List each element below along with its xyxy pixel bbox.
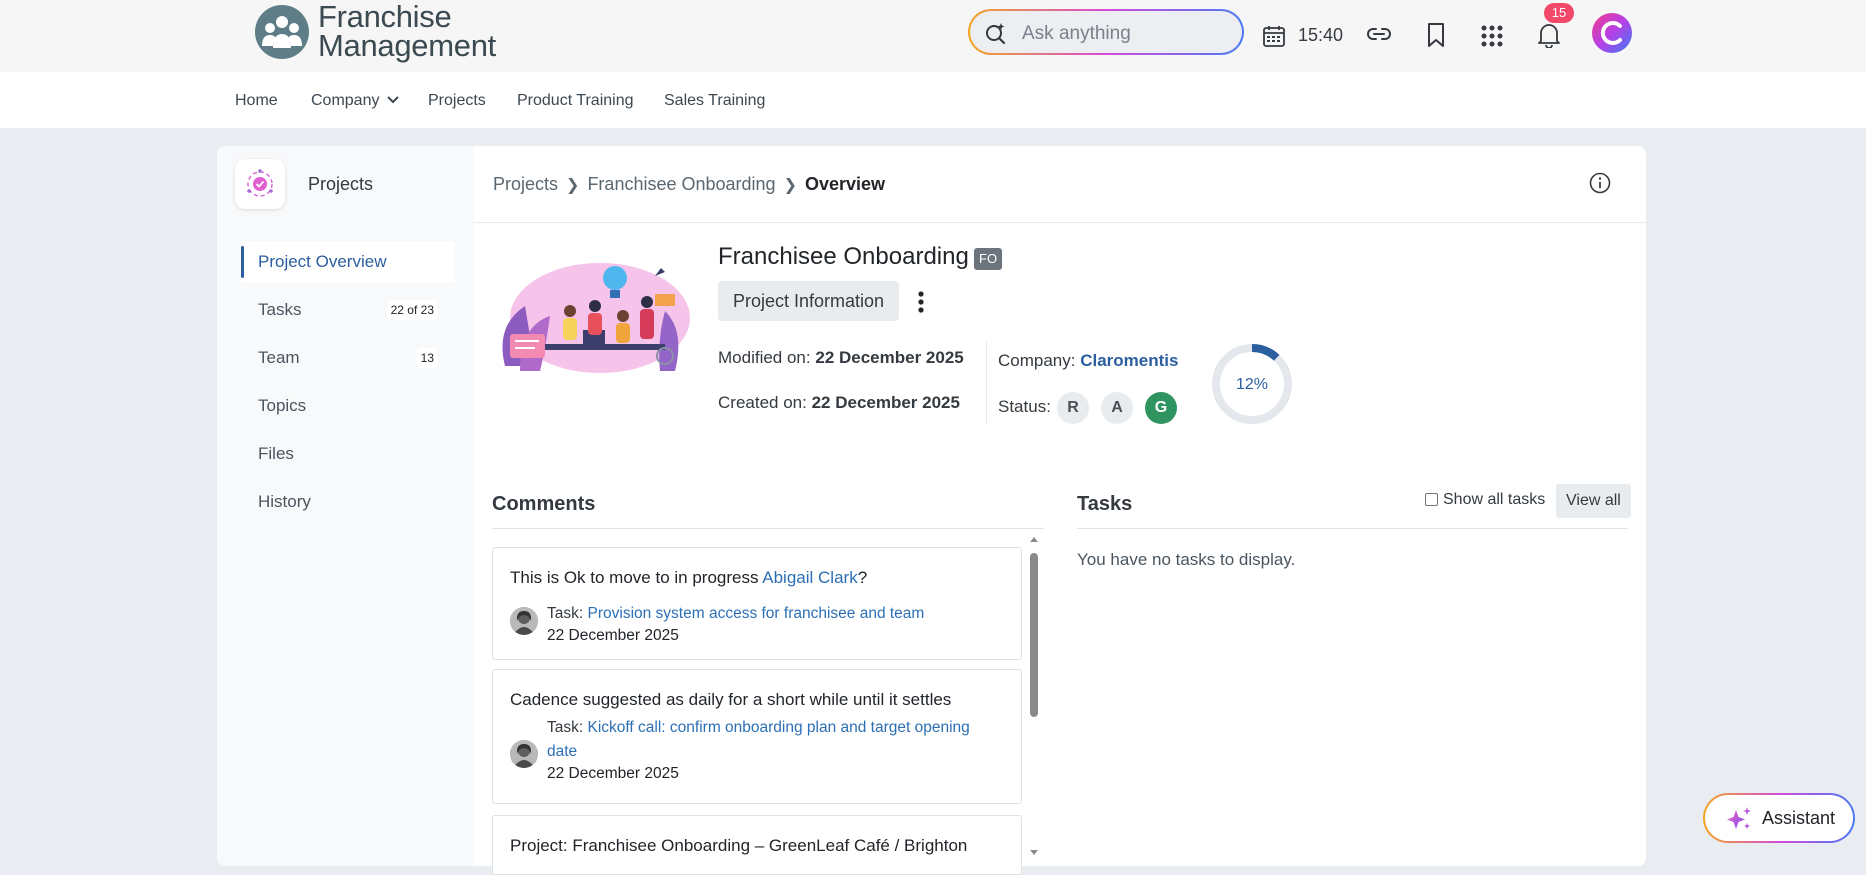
sidebar-title: Projects xyxy=(308,174,374,194)
notification-bell-icon[interactable] xyxy=(1537,22,1561,48)
project-information-button[interactable]: Project Information xyxy=(718,281,900,321)
nav-product-training[interactable]: Product Training xyxy=(517,92,634,110)
created-on: Created on: 22 December 2025 xyxy=(718,393,960,413)
vertical-divider xyxy=(986,342,987,424)
chevron-right-icon: ❯ xyxy=(783,177,797,194)
created-label: Created on: xyxy=(718,393,807,412)
brand-name[interactable]: Franchise Management xyxy=(318,0,496,63)
created-value: 22 December 2025 xyxy=(811,393,960,412)
comment-text: Project: Franchisee Onboarding – GreenLe… xyxy=(510,836,968,855)
view-all-button[interactable]: View all xyxy=(1556,484,1631,518)
comment-card: Project: Franchisee Onboarding – GreenLe… xyxy=(492,815,1022,875)
empty-tasks-message: You have no tasks to display. xyxy=(1077,550,1296,569)
commenter-avatar[interactable] xyxy=(510,607,538,635)
sidebar-item-label: Files xyxy=(258,444,294,463)
main-nav xyxy=(0,72,1866,128)
apps-grid-icon[interactable] xyxy=(1480,24,1504,48)
sidebar-item-label: Tasks xyxy=(258,300,302,319)
task-link[interactable]: Provision system access for franchisee a… xyxy=(588,605,925,622)
sidebar-item-label: Project Overview xyxy=(258,252,387,271)
header-divider xyxy=(474,222,1646,223)
comments-heading: Comments xyxy=(492,493,596,515)
breadcrumb-current: Overview xyxy=(804,174,886,194)
project-title: Franchisee Onboarding xyxy=(718,243,969,270)
link-icon[interactable] xyxy=(1366,24,1392,44)
show-all-tasks-checkbox[interactable] xyxy=(1425,493,1438,506)
task-label: Task: xyxy=(547,719,584,736)
brand-line-2: Management xyxy=(318,28,496,63)
project-illustration xyxy=(502,263,690,373)
chevron-down-icon xyxy=(387,96,399,104)
sidebar-item-tasks[interactable]: Tasks 22 of 23 xyxy=(241,289,455,331)
team-count-badge: 13 xyxy=(416,348,438,368)
mention-link[interactable]: Abigail Clark xyxy=(762,568,857,587)
bookmark-icon[interactable] xyxy=(1426,22,1446,48)
progress-percent: 12% xyxy=(1235,376,1269,393)
nav-projects[interactable]: Projects xyxy=(428,92,486,110)
sidebar-item-team[interactable]: Team 13 xyxy=(241,337,455,379)
comment-date: 22 December 2025 xyxy=(547,627,679,644)
task-link[interactable]: Kickoff call: confirm onboarding plan an… xyxy=(547,719,970,760)
comment-suffix: ? xyxy=(857,568,868,587)
tasks-heading: Tasks xyxy=(1077,493,1133,515)
comment-task: Task: Provision system access for franch… xyxy=(547,602,987,626)
show-all-tasks-label[interactable]: Show all tasks xyxy=(1443,491,1545,509)
sidebar-item-history[interactable]: History xyxy=(241,481,455,523)
nav-home[interactable]: Home xyxy=(235,92,278,110)
person-photo-icon xyxy=(510,607,538,635)
company-field: Company: Claromentis xyxy=(998,351,1178,371)
status-green-button[interactable]: G xyxy=(1145,392,1177,424)
nav-company[interactable]: Company xyxy=(311,92,399,110)
project-code-badge: FO xyxy=(974,248,1003,270)
assistant-label: Assistant xyxy=(1762,808,1836,828)
status-label: Status: xyxy=(998,397,1051,416)
status-amber-button[interactable]: A xyxy=(1101,392,1133,424)
user-avatar[interactable] xyxy=(1592,13,1632,53)
calendar-icon[interactable] xyxy=(1262,24,1286,48)
nav-sales-training[interactable]: Sales Training xyxy=(664,92,765,110)
target-check-icon xyxy=(247,169,273,197)
breadcrumb-projects[interactable]: Projects xyxy=(493,174,558,194)
breadcrumb-project[interactable]: Franchisee Onboarding xyxy=(587,174,775,194)
comment-date: 22 December 2025 xyxy=(547,765,679,782)
comment-body: This is Ok to move to in progress xyxy=(510,568,763,587)
person-photo-icon xyxy=(510,740,538,768)
comments-divider xyxy=(492,528,1044,529)
chevron-right-icon: ❯ xyxy=(566,177,580,194)
scrollbar-thumb[interactable] xyxy=(1030,553,1038,717)
sidebar-item-topics[interactable]: Topics xyxy=(241,385,455,427)
search-input[interactable] xyxy=(1020,20,1234,48)
sidebar-item-project-overview[interactable]: Project Overview xyxy=(241,241,455,283)
notification-count-badge: 15 xyxy=(1544,3,1574,23)
comment-text: This is Ok to move to in progress Abigai… xyxy=(510,568,867,588)
search-sparkle-icon xyxy=(986,23,1006,45)
tasks-count-badge: 22 of 23 xyxy=(386,300,438,320)
projects-app-icon xyxy=(235,159,285,209)
company-label: Company: xyxy=(998,351,1076,370)
comment-task: Task: Kickoff call: confirm onboarding p… xyxy=(547,716,987,764)
breadcrumb: Projects ❯ Franchisee Onboarding ❯ Overview xyxy=(493,174,885,195)
modified-label: Modified on: xyxy=(718,348,811,367)
brand-line-1: Franchise xyxy=(318,0,452,34)
franchise-logo-icon xyxy=(255,5,309,59)
comment-text: Cadence suggested as daily for a short w… xyxy=(510,690,952,709)
clock-time: 15:40 xyxy=(1298,25,1344,45)
comment-card: This is Ok to move to in progress Abigai… xyxy=(492,547,1022,660)
modified-value: 22 December 2025 xyxy=(815,348,964,367)
task-label: Task: xyxy=(547,605,584,622)
nav-company-label: Company xyxy=(311,92,380,109)
sidebar-item-label: Topics xyxy=(258,396,307,415)
info-icon[interactable] xyxy=(1589,172,1611,194)
company-link[interactable]: Claromentis xyxy=(1080,351,1178,370)
commenter-avatar[interactable] xyxy=(510,740,538,768)
sidebar-item-label: Team xyxy=(258,348,300,367)
status-red-button[interactable]: R xyxy=(1057,392,1089,424)
sparkle-icon xyxy=(1727,807,1751,829)
sidebar-item-files[interactable]: Files xyxy=(241,433,455,475)
more-options-icon[interactable] xyxy=(915,290,927,314)
modified-on: Modified on: 22 December 2025 xyxy=(718,348,964,368)
comment-card: Cadence suggested as daily for a short w… xyxy=(492,669,1022,804)
sidebar-item-label: History xyxy=(258,492,311,511)
tasks-divider xyxy=(1077,528,1628,529)
